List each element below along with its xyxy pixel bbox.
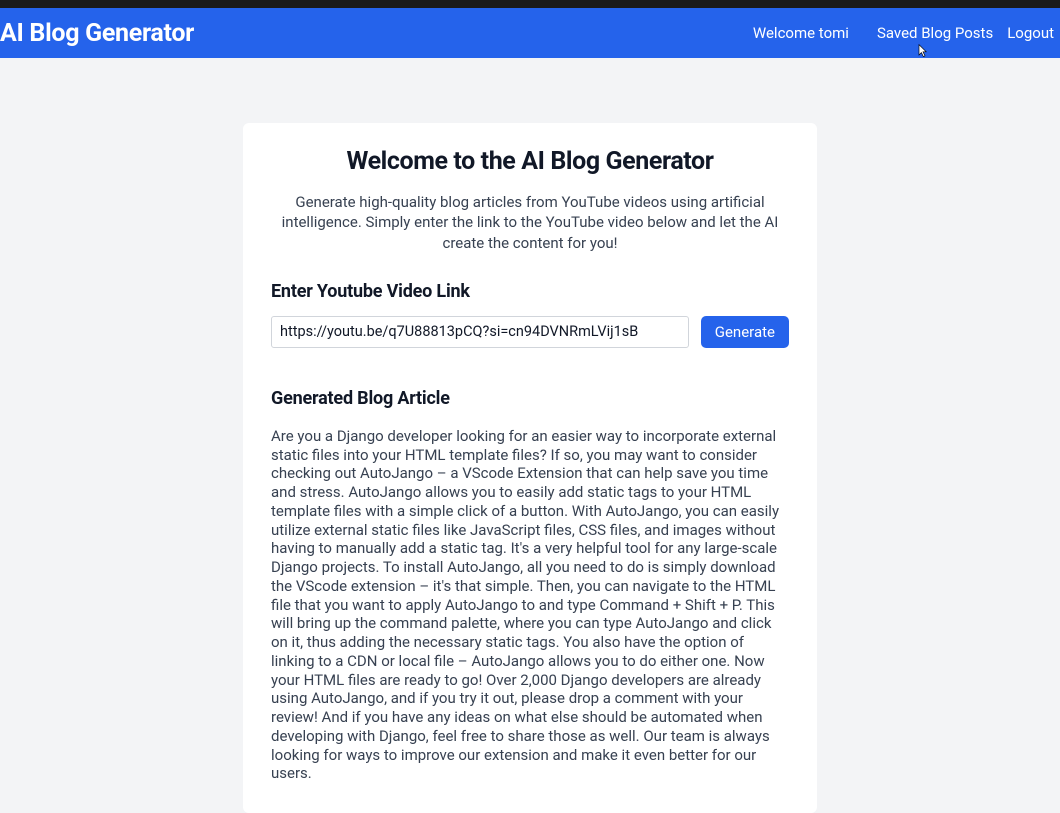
- youtube-url-input[interactable]: [271, 316, 689, 348]
- generate-button[interactable]: Generate: [701, 316, 789, 348]
- browser-chrome-top: [0, 0, 1060, 8]
- welcome-text: Welcome tomi: [753, 24, 849, 42]
- main-card: Welcome to the AI Blog Generator Generat…: [243, 123, 817, 813]
- logout-link[interactable]: Logout: [1007, 24, 1054, 42]
- navbar-right: Welcome tomi Saved Blog Posts Logout: [753, 24, 1054, 42]
- page-description: Generate high-quality blog articles from…: [279, 192, 781, 253]
- input-section-label: Enter Youtube Video Link: [271, 281, 789, 302]
- content-area: Welcome to the AI Blog Generator Generat…: [0, 58, 1060, 813]
- input-row: Generate: [271, 316, 789, 348]
- navbar: AI Blog Generator Welcome tomi Saved Blo…: [0, 8, 1060, 58]
- page-title: Welcome to the AI Blog Generator: [271, 147, 789, 176]
- brand-title[interactable]: AI Blog Generator: [0, 19, 194, 48]
- article-text: Are you a Django developer looking for a…: [271, 427, 789, 783]
- cursor-pointer-icon: [916, 43, 930, 59]
- saved-blog-posts-link[interactable]: Saved Blog Posts: [877, 24, 993, 42]
- saved-blog-posts-label: Saved Blog Posts: [877, 24, 993, 42]
- generated-article-label: Generated Blog Article: [271, 388, 789, 409]
